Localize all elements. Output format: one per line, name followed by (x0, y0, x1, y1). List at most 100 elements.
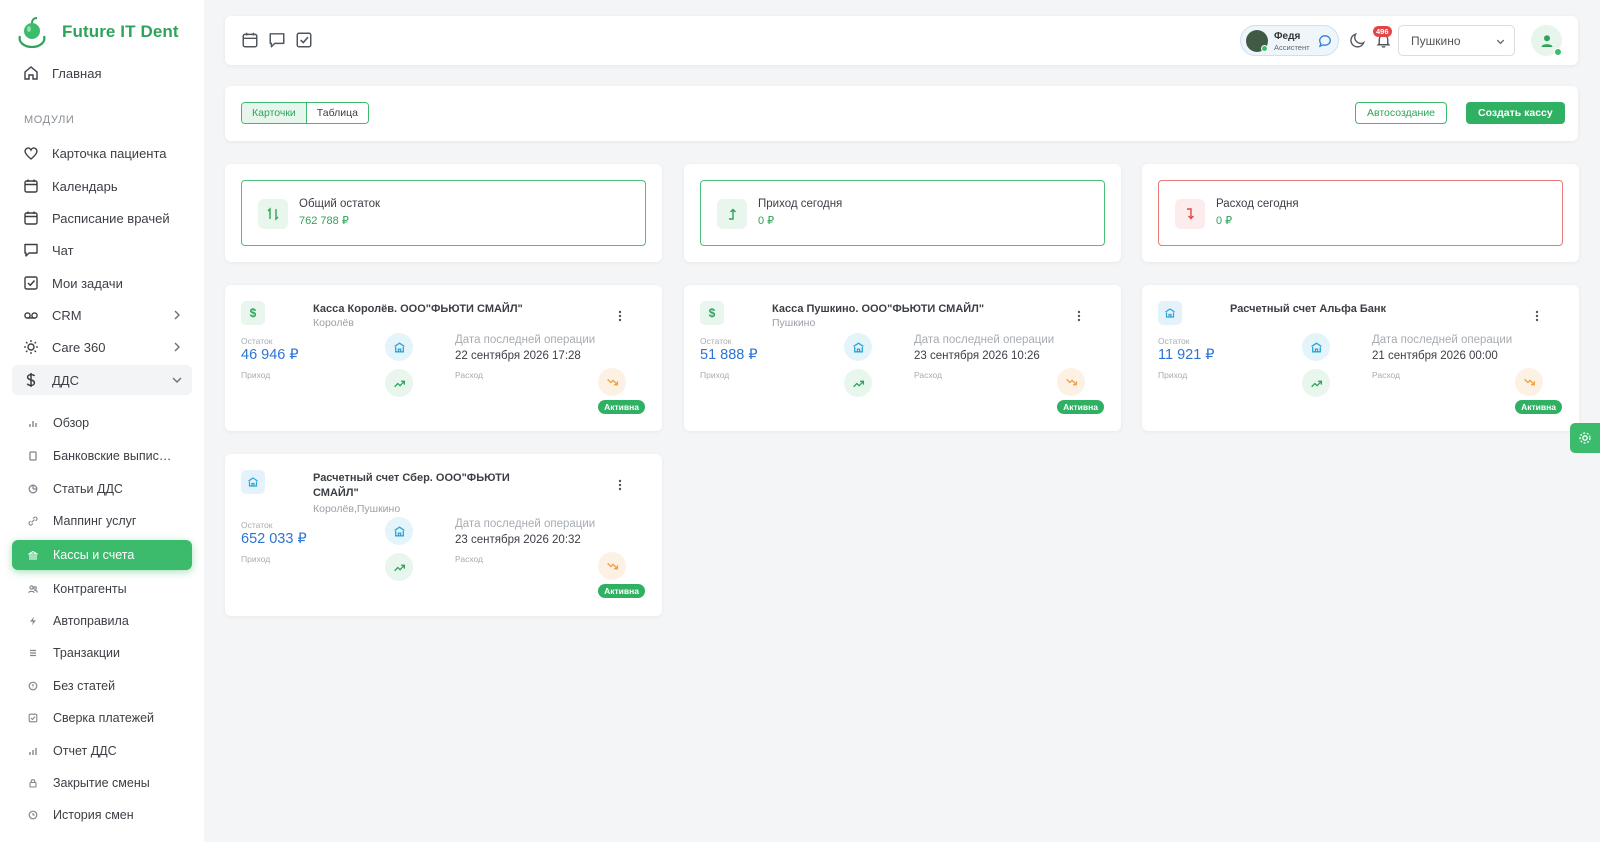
sidebar-item-calendar[interactable]: Календарь (12, 171, 192, 201)
status-badge: Активна (1057, 400, 1104, 414)
branch-select[interactable]: Пушкино (1398, 25, 1515, 56)
more-vertical-icon[interactable] (614, 309, 626, 323)
settings-tab[interactable] (1570, 423, 1600, 453)
view-toggle: Карточки Таблица (241, 102, 369, 124)
account-balance: 652 033 ₽ (241, 531, 307, 547)
more-vertical-icon[interactable] (1531, 309, 1543, 323)
trend-down-icon (598, 552, 626, 580)
sidebar-subitem-label: Отчет ДДС (53, 744, 117, 758)
sidebar-subitem-autorules[interactable]: Автоправила (12, 606, 192, 636)
view-toolbar: Карточки Таблица Автосоздание Создать ка… (225, 86, 1578, 141)
home-icon (22, 64, 40, 82)
sidebar-subitem-label: Без статей (53, 679, 116, 693)
sidebar-item-label: Карточка пациента (52, 145, 167, 161)
bank-icon (385, 517, 413, 545)
moon-icon[interactable] (1349, 32, 1366, 49)
last-operation-date: 23 сентября 2026 20:32 (455, 534, 581, 546)
profile-button[interactable] (1531, 25, 1562, 56)
summary-card: Приход сегодня 0 ₽ (700, 180, 1105, 246)
balance-label: Остаток (241, 336, 273, 346)
account-title: Касса Королёв. ООО"ФЬЮТИ СМАЙЛ" (313, 303, 523, 315)
last-operation-label: Дата последней операции (914, 334, 1055, 346)
account-card[interactable]: Расчетный счет Сбер. ООО"ФЬЮТИ СМАЙЛ" Ко… (225, 454, 662, 616)
summary-total-balance: Общий остаток 762 788 ₽ (225, 164, 662, 262)
chat-bubble-icon[interactable] (1318, 34, 1332, 48)
sidebar-item-tasks[interactable]: Мои задачи (12, 268, 192, 298)
calendar-icon (22, 209, 40, 227)
bar-chart-icon (26, 744, 40, 758)
summary-value: 0 ₽ (758, 215, 775, 227)
sidebar-item-chat[interactable]: Чат (12, 235, 192, 265)
user-role: Ассистент (1274, 43, 1310, 52)
account-card[interactable]: $ Касса Пушкино. ООО"ФЬЮТИ СМАЙЛ" Пушкин… (684, 285, 1121, 431)
sidebar-item-patient-card[interactable]: Карточка пациента (12, 138, 192, 168)
more-vertical-icon[interactable] (1073, 309, 1085, 323)
online-status-dot (1554, 48, 1562, 56)
sidebar-subitem-dds-report[interactable]: Отчет ДДС (12, 736, 192, 766)
checkbox-icon[interactable] (295, 31, 313, 49)
brand[interactable]: Future IT Dent (14, 14, 179, 50)
sidebar-item-label: Мои задачи (52, 275, 123, 291)
sidebar-item-care360[interactable]: Care 360 (12, 332, 192, 362)
account-location: Королёв (313, 317, 354, 329)
sidebar-subitem-service-mapping[interactable]: Маппинг услуг (12, 506, 192, 536)
last-operation-date: 23 сентября 2026 10:26 (914, 350, 1040, 362)
sidebar-subitem-bank-statements[interactable]: Банковские выпис… (12, 441, 192, 471)
create-cash-button[interactable]: Создать кассу (1466, 102, 1565, 124)
chat-icon[interactable] (268, 31, 286, 49)
last-operation-label: Дата последней операции (455, 518, 596, 530)
summary-value: 762 788 ₽ (299, 215, 349, 227)
gear-icon (1578, 431, 1592, 445)
transfer-icon (258, 199, 288, 229)
sidebar-subitem-counterparties[interactable]: Контрагенты (12, 574, 192, 604)
sidebar-subitem-label: Банковские выпис… (53, 449, 172, 463)
chevron-right-icon (170, 340, 184, 354)
calendar-icon[interactable] (241, 31, 259, 49)
lock-icon (26, 776, 40, 790)
bank-icon (26, 548, 40, 562)
check-square-icon (26, 711, 40, 725)
summary-expense-today: Расход сегодня 0 ₽ (1142, 164, 1579, 262)
account-location: Пушкино (772, 317, 816, 329)
sidebar-subitem-no-articles[interactable]: Без статей (12, 671, 192, 701)
view-table-button[interactable]: Таблица (306, 103, 368, 123)
sidebar-subitem-transactions[interactable]: Транзакции (12, 638, 192, 668)
income-label: Приход (241, 554, 271, 564)
account-balance: 46 946 ₽ (241, 347, 299, 363)
calendar-icon (22, 177, 40, 195)
view-cards-button[interactable]: Карточки (242, 103, 307, 123)
sidebar-subitem-shift-history[interactable]: История смен (12, 800, 192, 830)
sidebar-subitem-label: Сверка платежей (53, 711, 155, 725)
heart-icon (22, 144, 40, 162)
sidebar-subitem-label: Транзакции (53, 646, 121, 660)
trend-up-icon (844, 369, 872, 397)
expense-label: Расход (455, 370, 484, 380)
sidebar-subitem-label: Кассы и счета (53, 548, 135, 562)
sidebar-subitem-overview[interactable]: Обзор (12, 408, 192, 438)
account-card[interactable]: $ Касса Королёв. ООО"ФЬЮТИ СМАЙЛ" Королё… (225, 285, 662, 431)
section-label: МОДУЛИ (24, 114, 75, 126)
sidebar-subitem-cash-accounts[interactable]: Кассы и счета (12, 540, 192, 570)
expense-label: Расход (455, 554, 484, 564)
trend-up-icon (1302, 369, 1330, 397)
user-pill[interactable]: Федя Ассистент (1240, 25, 1339, 56)
sidebar-item-dds[interactable]: ДДС (12, 365, 192, 395)
more-vertical-icon[interactable] (614, 478, 626, 492)
account-title: Расчетный счет Альфа Банк (1230, 303, 1387, 315)
sidebar-item-doctor-schedule[interactable]: Расписание врачей (12, 203, 192, 233)
account-card[interactable]: Расчетный счет Альфа Банк Остаток 11 921… (1142, 285, 1579, 431)
summary-value: 0 ₽ (1216, 215, 1233, 227)
notification-count-badge: 496 (1373, 26, 1392, 37)
auto-create-button[interactable]: Автосоздание (1355, 102, 1448, 124)
bar-chart-icon (26, 416, 40, 430)
account-location: Королёв,Пушкино (313, 503, 401, 515)
sidebar-subitem-label: Маппинг услуг (53, 514, 137, 528)
sidebar-item-crm[interactable]: CRM (12, 300, 192, 330)
sidebar-subitem-payment-reconciliation[interactable]: Сверка платежей (12, 703, 192, 733)
last-operation-label: Дата последней операции (1372, 334, 1513, 346)
trend-down-icon (1057, 368, 1085, 396)
chat-icon (22, 241, 40, 259)
sidebar-item-home[interactable]: Главная (12, 58, 192, 88)
sidebar-subitem-shift-close[interactable]: Закрытие смены (12, 768, 192, 798)
sidebar-subitem-dds-articles[interactable]: Статьи ДДС (12, 474, 192, 504)
